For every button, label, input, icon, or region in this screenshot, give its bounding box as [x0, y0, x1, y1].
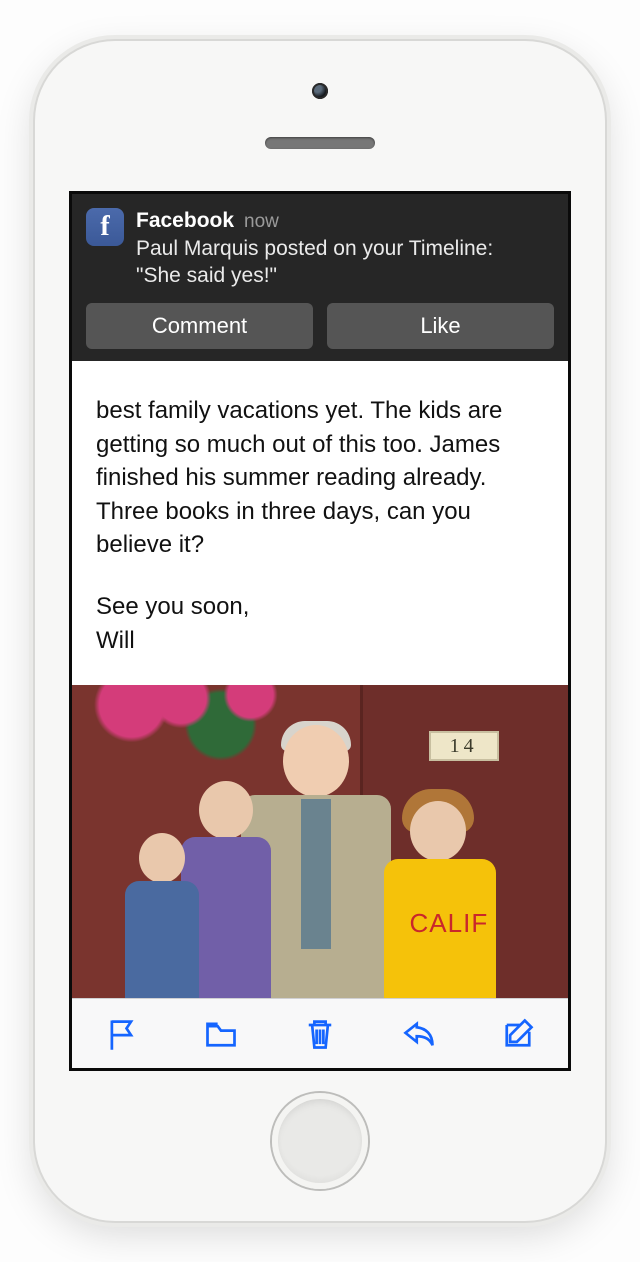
move-button[interactable]: [199, 1012, 243, 1056]
compose-button[interactable]: [496, 1012, 540, 1056]
phone-screen: f Facebook now Paul Marquis posted on yo…: [69, 191, 571, 1071]
shirt-print: CALIF: [410, 905, 489, 941]
like-button[interactable]: Like: [327, 303, 554, 349]
email-signoff: See you soon,: [96, 593, 249, 620]
reply-button[interactable]: [397, 1012, 441, 1056]
trash-button[interactable]: [298, 1012, 342, 1056]
notification-timestamp: now: [244, 210, 279, 234]
trash-icon: [302, 1016, 338, 1052]
email-toolbar: [72, 998, 568, 1068]
notification-app-name: Facebook: [136, 208, 234, 234]
flag-button[interactable]: [100, 1012, 144, 1056]
comment-button[interactable]: Comment: [86, 303, 313, 349]
phone-frame: f Facebook now Paul Marquis posted on yo…: [35, 41, 605, 1221]
notification-body-line1: Paul Marquis posted on your Timeline:: [136, 237, 493, 260]
notification-body-line2: "She said yes!": [136, 264, 277, 287]
email-attached-photo[interactable]: 14 CALIF: [72, 685, 568, 998]
facebook-app-icon: f: [86, 208, 124, 246]
phone-camera: [312, 83, 328, 99]
house-number: 14: [429, 731, 499, 761]
compose-icon: [500, 1016, 536, 1052]
reply-icon: [401, 1016, 437, 1052]
home-button[interactable]: [272, 1093, 368, 1189]
email-sender: Will: [96, 627, 135, 654]
flag-icon: [104, 1016, 140, 1052]
phone-speaker: [265, 137, 375, 149]
email-paragraph: best family vacations yet. The kids are …: [96, 394, 544, 562]
folder-icon: [203, 1016, 239, 1052]
notification-banner[interactable]: f Facebook now Paul Marquis posted on yo…: [72, 194, 568, 361]
